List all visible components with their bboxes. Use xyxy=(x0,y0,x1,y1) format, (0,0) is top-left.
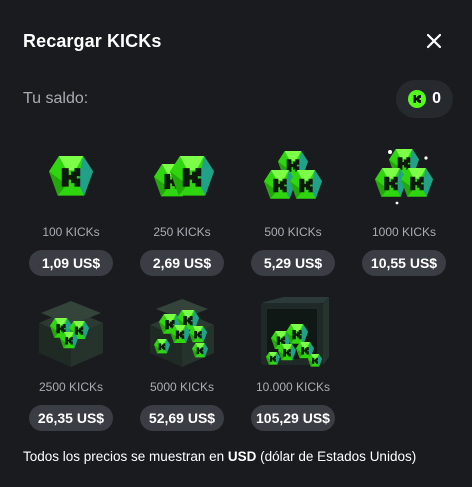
modal-title: Recargar KICKs xyxy=(23,31,162,51)
pack-name: 2500 KICKs xyxy=(38,380,104,394)
modal-header: Recargar KICKs xyxy=(23,28,452,54)
pack-price-button[interactable]: 105,29 US$ xyxy=(251,405,335,431)
pack-price-button[interactable]: 26,35 US$ xyxy=(29,405,113,431)
balance-label: Tu saldo: xyxy=(23,90,89,107)
chest-full-icon xyxy=(142,295,222,375)
kick-coin-icon xyxy=(408,90,427,108)
currency-note-prefix: Todos los precios se muestran en xyxy=(23,449,228,464)
pack-tile[interactable]: 5000 KICKs 52,69 US$ xyxy=(134,295,230,440)
pack-tile[interactable]: 250 KICKs 2,69 US$ xyxy=(134,140,230,285)
pack-tile[interactable]: 500 KICKs 5,29 US$ xyxy=(245,140,341,285)
chest-small-icon xyxy=(31,295,111,375)
pack-tile[interactable]: 100 KICKs 1,09 US$ xyxy=(23,140,119,285)
vault-icon xyxy=(253,295,333,375)
recharge-modal: Recargar KICKs Tu saldo: 0 100 KICKs 1,09… xyxy=(0,0,472,487)
pack-name: 500 KICKs xyxy=(264,225,322,239)
pack-name: 250 KICKs xyxy=(153,225,211,239)
pack-name: 100 KICKs xyxy=(42,225,100,239)
pack-tile[interactable]: 10.000 KICKs 105,29 US$ xyxy=(245,295,341,440)
gem-cluster-icon xyxy=(364,140,444,220)
close-icon xyxy=(426,33,442,49)
pack-tile[interactable]: 2500 KICKs 26,35 US$ xyxy=(23,295,119,440)
pack-name: 10.000 KICKs xyxy=(255,380,331,394)
currency-note: Todos los precios se muestran en USD (dó… xyxy=(23,449,462,464)
balance-value: 0 xyxy=(432,90,441,107)
close-button[interactable] xyxy=(424,31,444,51)
currency-note-suffix: (dólar de Estados Unidos) xyxy=(256,449,417,464)
pack-price-button[interactable]: 10,55 US$ xyxy=(362,250,446,276)
pack-price-button[interactable]: 5,29 US$ xyxy=(251,250,335,276)
pack-tile[interactable]: 1000 KICKs 10,55 US$ xyxy=(356,140,452,285)
balance-row: Tu saldo: 0 xyxy=(23,80,455,120)
gem-pair-icon xyxy=(142,140,222,220)
pack-name: 5000 KICKs xyxy=(149,380,215,394)
gem-trio-icon xyxy=(253,140,333,220)
pack-price-button[interactable]: 2,69 US$ xyxy=(140,250,224,276)
balance-badge: 0 xyxy=(396,80,453,118)
pack-name: 1000 KICKs xyxy=(371,225,437,239)
currency-code: USD xyxy=(227,449,257,464)
pack-price-button[interactable]: 52,69 US$ xyxy=(140,405,224,431)
gem-single-icon xyxy=(31,140,111,220)
pack-price-button[interactable]: 1,09 US$ xyxy=(29,250,113,276)
